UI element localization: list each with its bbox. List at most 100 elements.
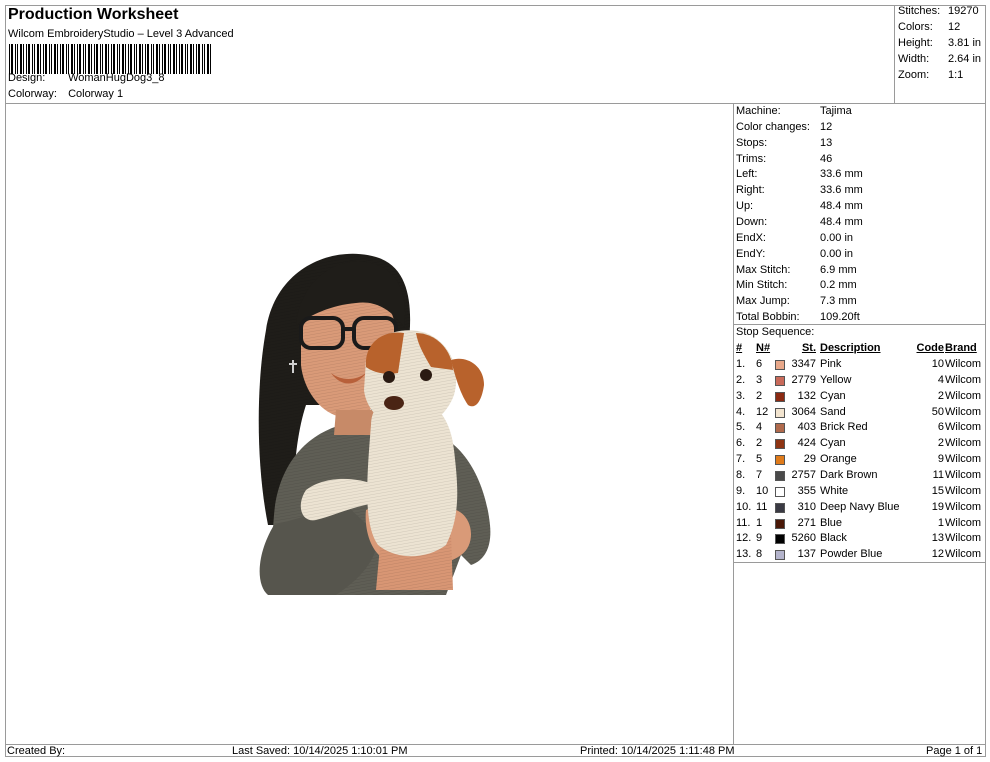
printed-date: Printed: 10/14/2025 1:11:48 PM [580,745,735,757]
stat-label: Stops: [736,136,768,149]
stop-sequence-row: 6. 2 424 Cyan 2 Wilcom [734,437,986,453]
row-num: 4. [736,405,746,418]
design-preview [6,105,733,743]
row-brand: Wilcom [945,421,982,434]
row-brand: Wilcom [945,453,982,466]
stop-sequence-row: 12. 9 5260 Black 13 Wilcom [734,532,986,548]
row-num: 1. [736,358,746,370]
stat-value: 6.9 mm [820,263,857,276]
stat-row: Trims: 46 [736,153,984,169]
stat-row: Machine: Tajima [736,105,984,121]
row-code: 50 [931,405,944,418]
row-stitches: 3064 [791,405,816,418]
row-description: Cyan [820,437,846,450]
stop-sequence-row: 7. 5 29 Orange 9 Wilcom [734,453,986,469]
row-num: 5. [736,421,746,434]
worksheet-header: Production Worksheet Wilcom EmbroiderySt… [5,5,895,104]
colorway-value: Colorway 1 [68,88,124,100]
row-num: 2. [736,373,746,386]
row-num: 12. [736,532,752,545]
stat-label: Min Stitch: [736,279,788,292]
row-needle: 7 [756,468,763,481]
stop-sequence-title: Stop Sequence: [736,326,815,338]
stat-label: Down: [736,215,768,228]
row-code: 1 [937,516,944,529]
col-description: Description [820,342,881,354]
stat-row: EndX: 0.00 in [736,232,984,248]
row-description: Sand [820,405,846,418]
row-num: 11. [736,516,751,529]
row-stitches: 5260 [791,532,816,545]
row-description: Cyan [820,389,846,402]
stat-label: Max Jump: [736,295,790,308]
stat-value: 0.00 in [820,247,854,260]
stat-label: Left: [736,168,758,181]
row-description: Powder Blue [820,548,883,561]
row-stitches: 424 [797,437,816,450]
row-stitches: 271 [797,516,816,529]
row-needle: 11 [756,500,768,513]
stat-row: Color changes: 12 [736,121,984,137]
row-brand: Wilcom [945,468,982,481]
divider [734,324,986,325]
divider [734,562,986,563]
row-description: Yellow [820,373,852,386]
stop-sequence-row: 8. 7 2757 Dark Brown 11 Wilcom [734,469,986,485]
row-description: Dark Brown [820,468,878,481]
row-num: 9. [736,484,746,497]
col-needle: N# [756,342,771,354]
row-brand: Wilcom [945,532,982,545]
colorway-row: Colorway: Colorway 1 [8,88,123,100]
stat-label: Right: [736,184,765,197]
stop-sequence-row: 5. 4 403 Brick Red 6 Wilcom [734,421,986,437]
stat-value: 48.4 mm [820,200,863,213]
stat-value: 33.6 mm [820,184,863,197]
row-brand: Wilcom [945,437,982,450]
row-stitches: 132 [797,389,816,402]
stat-row: Down: 48.4 mm [736,216,984,232]
stat-value: 0.2 mm [820,279,857,292]
row-brand: Wilcom [945,484,982,497]
created-by: Created By: [7,745,66,757]
stop-sequence-row: 2. 3 2779 Yellow 4 Wilcom [734,374,986,390]
row-brand: Wilcom [945,358,982,370]
row-description: Brick Red [820,421,868,434]
row-stitches: 29 [803,453,816,466]
page-title: Production Worksheet [8,6,179,23]
stat-row: Left: 33.6 mm [736,168,984,184]
stat-value: 0.00 in [820,231,854,244]
stop-sequence-row: 9. 10 355 White 15 Wilcom [734,485,986,501]
stat-label: Color changes: [736,120,810,133]
stop-sequence-row: 3. 2 132 Cyan 2 Wilcom [734,390,986,406]
row-code: 12 [931,548,944,561]
row-num: 6. [736,437,746,450]
stat-value: 48.4 mm [820,215,863,228]
col-stitches: St. [801,342,816,354]
stat-row: EndY: 0.00 in [736,248,984,264]
embroidery-illustration [258,253,491,595]
stat-label: Up: [736,200,754,213]
stat-label: Machine: [736,105,781,117]
row-num: 13. [736,548,752,561]
row-needle: 8 [756,548,763,561]
stat-value: Tajima [820,105,852,117]
row-code: 13 [931,532,944,545]
row-description: Black [820,532,847,545]
stop-sequence-header: # N# St. Description Code Brand [734,342,986,358]
stat-label: Total Bobbin: [736,311,800,324]
stop-sequence-row: 11. 1 271 Blue 1 Wilcom [734,517,986,533]
row-stitches: 310 [797,500,816,513]
last-saved: Last Saved: 10/14/2025 1:10:01 PM [232,745,408,757]
row-stitches: 137 [797,548,816,561]
worksheet-footer: Created By: Last Saved: 10/14/2025 1:10:… [5,744,986,757]
design-info-panel: Machine: Tajima Color changes: 12 Stops: 13 Tr… [733,104,986,744]
row-stitches: 3347 [791,358,816,370]
row-brand: Wilcom [945,389,982,402]
row-brand: Wilcom [945,373,982,386]
design-label: Design: [8,72,46,84]
row-needle: 9 [756,532,763,545]
stat-value: 12 [820,120,833,133]
row-code: 4 [937,373,944,386]
row-code: 6 [937,421,944,434]
row-needle: 1 [756,516,763,529]
